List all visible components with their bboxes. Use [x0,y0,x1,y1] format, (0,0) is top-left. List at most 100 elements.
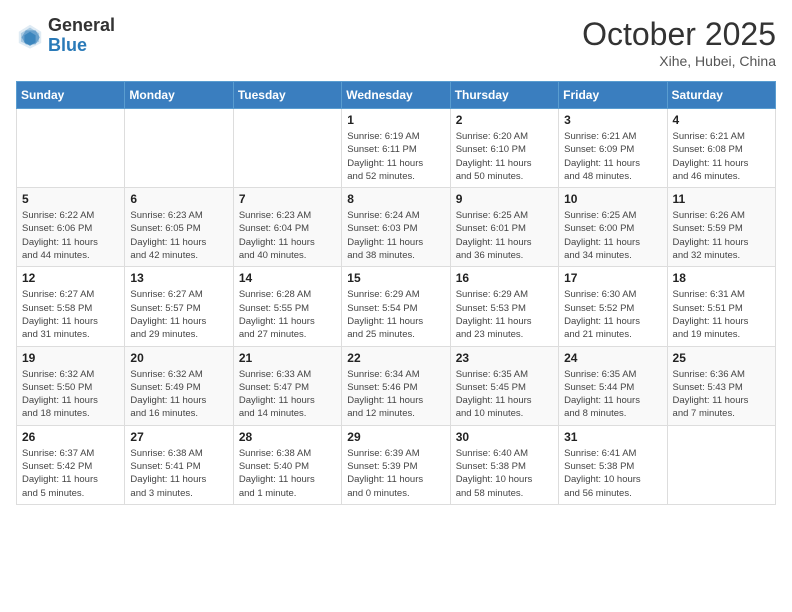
calendar-cell: 22 Sunrise: 6:34 AM Sunset: 5:46 PM Dayli… [342,346,450,425]
day-number: 16 [456,271,553,285]
day-info: Sunrise: 6:21 AM Sunset: 6:09 PM Dayligh… [564,130,661,183]
calendar-week-row: 1 Sunrise: 6:19 AM Sunset: 6:11 PM Daylig… [17,109,776,188]
calendar-cell: 20Sunrise: 6:32 AM Sunset: 5:49 PM Dayli… [125,346,233,425]
day-number: 24 [564,351,661,365]
calendar-cell: 31 Sunrise: 6:41 AM Sunset: 5:38 PM Dayli… [559,425,667,504]
calendar-week-row: 5Sunrise: 6:22 AM Sunset: 6:06 PM Daylig… [17,188,776,267]
day-number: 4 [673,113,770,127]
calendar-week-row: 26 Sunrise: 6:37 AM Sunset: 5:42 PM Dayli… [17,425,776,504]
day-number: 31 [564,430,661,444]
day-number: 14 [239,271,336,285]
calendar-cell: 23 Sunrise: 6:35 AM Sunset: 5:45 PM Dayli… [450,346,558,425]
calendar-cell: 1 Sunrise: 6:19 AM Sunset: 6:11 PM Daylig… [342,109,450,188]
calendar-cell: 12 Sunrise: 6:27 AM Sunset: 5:58 PM Dayli… [17,267,125,346]
day-number: 1 [347,113,444,127]
calendar-cell: 28Sunrise: 6:38 AM Sunset: 5:40 PM Dayli… [233,425,341,504]
day-info: Sunrise: 6:32 AM Sunset: 5:50 PM Dayligh… [22,368,119,421]
day-info: Sunrise: 6:28 AM Sunset: 5:55 PM Dayligh… [239,288,336,341]
day-info: Sunrise: 6:35 AM Sunset: 5:44 PM Dayligh… [564,368,661,421]
calendar-cell: 26 Sunrise: 6:37 AM Sunset: 5:42 PM Dayli… [17,425,125,504]
calendar-cell: 11 Sunrise: 6:26 AM Sunset: 5:59 PM Dayli… [667,188,775,267]
day-info: Sunrise: 6:33 AM Sunset: 5:47 PM Dayligh… [239,368,336,421]
weekday-header-row: SundayMondayTuesdayWednesdayThursdayFrid… [17,82,776,109]
calendar-cell: 30 Sunrise: 6:40 AM Sunset: 5:38 PM Dayli… [450,425,558,504]
day-info: Sunrise: 6:20 AM Sunset: 6:10 PM Dayligh… [456,130,553,183]
calendar-cell: 8 Sunrise: 6:24 AM Sunset: 6:03 PM Daylig… [342,188,450,267]
day-number: 27 [130,430,227,444]
weekday-header-saturday: Saturday [667,82,775,109]
calendar-cell: 17 Sunrise: 6:30 AM Sunset: 5:52 PM Dayli… [559,267,667,346]
day-info: Sunrise: 6:30 AM Sunset: 5:52 PM Dayligh… [564,288,661,341]
day-number: 15 [347,271,444,285]
day-number: 5 [22,192,119,206]
calendar-cell: 24 Sunrise: 6:35 AM Sunset: 5:44 PM Dayli… [559,346,667,425]
day-number: 22 [347,351,444,365]
calendar-cell [667,425,775,504]
day-info: Sunrise: 6:38 AM Sunset: 5:41 PM Dayligh… [130,447,227,500]
day-number: 3 [564,113,661,127]
day-info: Sunrise: 6:29 AM Sunset: 5:53 PM Dayligh… [456,288,553,341]
day-number: 23 [456,351,553,365]
day-info: Sunrise: 6:24 AM Sunset: 6:03 PM Dayligh… [347,209,444,262]
day-info: Sunrise: 6:41 AM Sunset: 5:38 PM Dayligh… [564,447,661,500]
calendar-cell: 13 Sunrise: 6:27 AM Sunset: 5:57 PM Dayli… [125,267,233,346]
day-number: 12 [22,271,119,285]
calendar-table: SundayMondayTuesdayWednesdayThursdayFrid… [16,81,776,505]
day-number: 10 [564,192,661,206]
calendar-cell: 21Sunrise: 6:33 AM Sunset: 5:47 PM Dayli… [233,346,341,425]
month-title: October 2025 [582,16,776,53]
day-number: 9 [456,192,553,206]
weekday-header-monday: Monday [125,82,233,109]
logo-icon [16,22,44,50]
calendar-cell: 16 Sunrise: 6:29 AM Sunset: 5:53 PM Dayli… [450,267,558,346]
day-info: Sunrise: 6:34 AM Sunset: 5:46 PM Dayligh… [347,368,444,421]
day-info: Sunrise: 6:19 AM Sunset: 6:11 PM Dayligh… [347,130,444,183]
day-info: Sunrise: 6:27 AM Sunset: 5:57 PM Dayligh… [130,288,227,341]
calendar-cell: 19 Sunrise: 6:32 AM Sunset: 5:50 PM Dayli… [17,346,125,425]
day-number: 13 [130,271,227,285]
weekday-header-friday: Friday [559,82,667,109]
calendar-cell: 2Sunrise: 6:20 AM Sunset: 6:10 PM Daylig… [450,109,558,188]
day-info: Sunrise: 6:31 AM Sunset: 5:51 PM Dayligh… [673,288,770,341]
day-number: 11 [673,192,770,206]
calendar-cell: 9 Sunrise: 6:25 AM Sunset: 6:01 PM Daylig… [450,188,558,267]
day-info: Sunrise: 6:38 AM Sunset: 5:40 PM Dayligh… [239,447,336,500]
calendar-cell [125,109,233,188]
calendar-cell: 15 Sunrise: 6:29 AM Sunset: 5:54 PM Dayli… [342,267,450,346]
day-info: Sunrise: 6:37 AM Sunset: 5:42 PM Dayligh… [22,447,119,500]
day-number: 18 [673,271,770,285]
day-info: Sunrise: 6:27 AM Sunset: 5:58 PM Dayligh… [22,288,119,341]
day-number: 7 [239,192,336,206]
calendar-cell: 3 Sunrise: 6:21 AM Sunset: 6:09 PM Daylig… [559,109,667,188]
day-number: 6 [130,192,227,206]
day-info: Sunrise: 6:23 AM Sunset: 6:04 PM Dayligh… [239,209,336,262]
day-info: Sunrise: 6:23 AM Sunset: 6:05 PM Dayligh… [130,209,227,262]
day-info: Sunrise: 6:35 AM Sunset: 5:45 PM Dayligh… [456,368,553,421]
day-info: Sunrise: 6:39 AM Sunset: 5:39 PM Dayligh… [347,447,444,500]
day-number: 8 [347,192,444,206]
calendar-cell: 25 Sunrise: 6:36 AM Sunset: 5:43 PM Dayli… [667,346,775,425]
calendar-cell [17,109,125,188]
day-number: 25 [673,351,770,365]
day-number: 26 [22,430,119,444]
calendar-cell: 14 Sunrise: 6:28 AM Sunset: 5:55 PM Dayli… [233,267,341,346]
day-info: Sunrise: 6:40 AM Sunset: 5:38 PM Dayligh… [456,447,553,500]
calendar-cell: 5Sunrise: 6:22 AM Sunset: 6:06 PM Daylig… [17,188,125,267]
day-number: 19 [22,351,119,365]
day-info: Sunrise: 6:25 AM Sunset: 6:01 PM Dayligh… [456,209,553,262]
logo: General Blue [16,16,115,56]
calendar-cell: 29Sunrise: 6:39 AM Sunset: 5:39 PM Dayli… [342,425,450,504]
day-number: 17 [564,271,661,285]
calendar-week-row: 12 Sunrise: 6:27 AM Sunset: 5:58 PM Dayli… [17,267,776,346]
calendar-cell: 10Sunrise: 6:25 AM Sunset: 6:00 PM Dayli… [559,188,667,267]
day-info: Sunrise: 6:21 AM Sunset: 6:08 PM Dayligh… [673,130,770,183]
calendar-cell: 7 Sunrise: 6:23 AM Sunset: 6:04 PM Daylig… [233,188,341,267]
location-title: Xihe, Hubei, China [582,53,776,69]
weekday-header-thursday: Thursday [450,82,558,109]
calendar-cell: 6 Sunrise: 6:23 AM Sunset: 6:05 PM Daylig… [125,188,233,267]
day-info: Sunrise: 6:29 AM Sunset: 5:54 PM Dayligh… [347,288,444,341]
day-info: Sunrise: 6:36 AM Sunset: 5:43 PM Dayligh… [673,368,770,421]
day-number: 30 [456,430,553,444]
calendar-cell: 4 Sunrise: 6:21 AM Sunset: 6:08 PM Daylig… [667,109,775,188]
day-info: Sunrise: 6:26 AM Sunset: 5:59 PM Dayligh… [673,209,770,262]
